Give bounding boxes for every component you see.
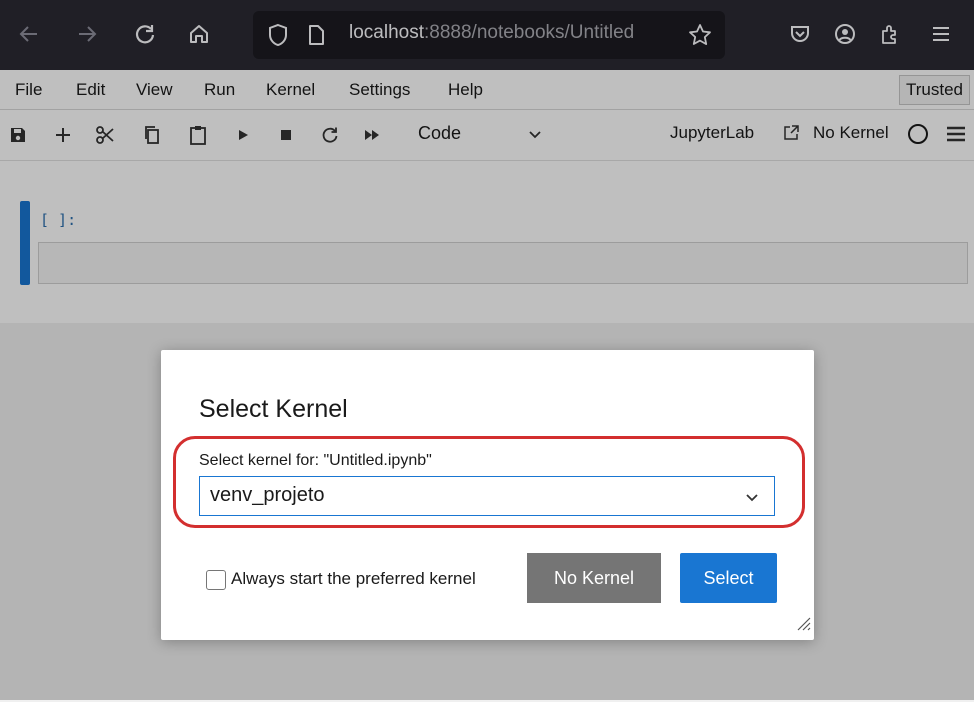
dialog-title: Select Kernel xyxy=(199,395,348,423)
kernel-select[interactable]: venv_projeto xyxy=(199,476,775,516)
resize-handle-icon[interactable] xyxy=(792,612,812,637)
select-kernel-dialog: Select Kernel Select kernel for: "Untitl… xyxy=(161,350,814,640)
chevron-down-icon xyxy=(744,491,760,509)
no-kernel-button[interactable]: No Kernel xyxy=(527,553,661,603)
preferred-kernel-label[interactable]: Always start the preferred kernel xyxy=(231,569,476,589)
select-button[interactable]: Select xyxy=(680,553,777,603)
preferred-kernel-checkbox[interactable] xyxy=(206,570,226,590)
kernel-select-value: venv_projeto xyxy=(210,484,325,506)
kernel-select-label: Select kernel for: "Untitled.ipynb" xyxy=(199,452,432,469)
